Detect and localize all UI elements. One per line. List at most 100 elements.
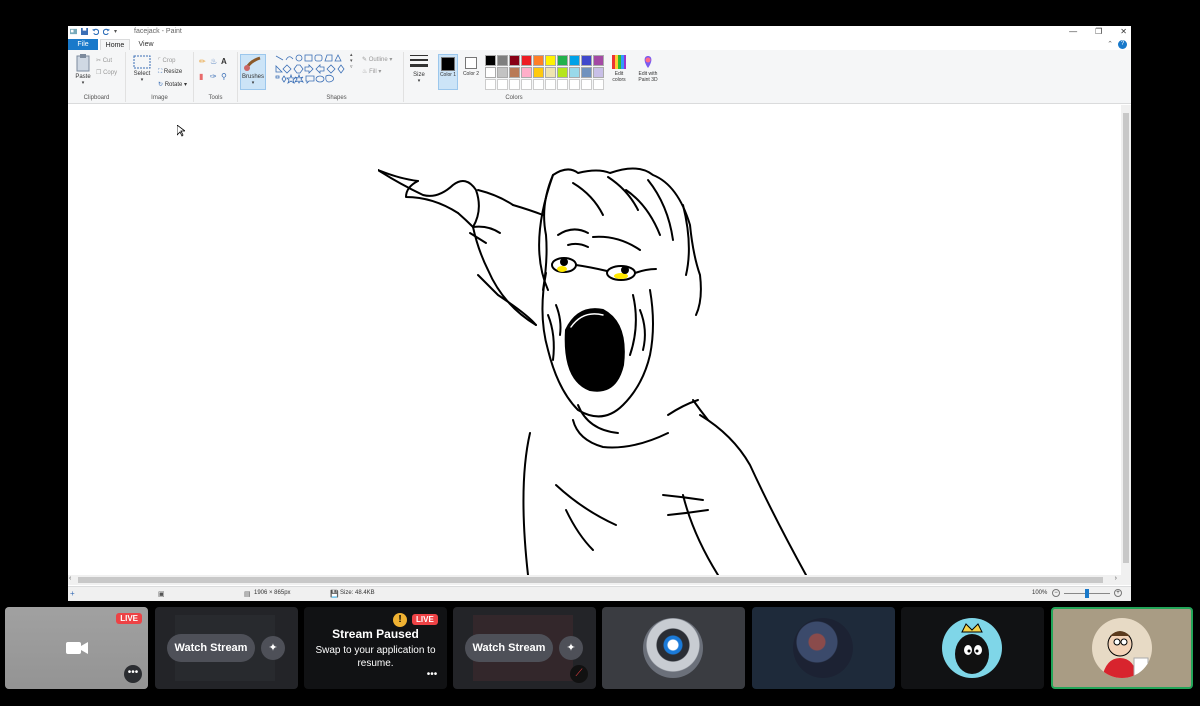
camera-tile[interactable]: LIVE ••• [5,607,148,689]
watch-stream-button[interactable]: Watch Stream [465,634,553,662]
collapse-ribbon-icon[interactable]: ⌃ [1107,40,1113,48]
vertical-scroll-thumb[interactable] [1123,113,1129,563]
palette-swatch[interactable] [557,67,568,78]
palette-swatch[interactable] [581,55,592,66]
stream-paused-text: Swap to your application to resume. [315,645,436,669]
close-button[interactable]: ✕ [1120,27,1127,36]
stream-tile-2[interactable]: Watch Stream ✦ ⟋ [453,607,596,689]
palette-swatch[interactable] [557,55,568,66]
minimize-button[interactable]: — [1069,27,1077,36]
fill-button[interactable]: ♨ Fill ▾ [362,68,381,75]
crop-button[interactable]: ⌜ Crop [158,57,176,64]
palette-swatch[interactable] [533,55,544,66]
palette-swatch[interactable] [485,67,496,78]
brushes-button[interactable]: Brushes ▾ [240,54,266,90]
maximize-button[interactable]: ❐ [1095,27,1102,36]
paused-stream-tile[interactable]: ! LIVE Stream Paused Swap to your applic… [304,607,447,689]
palette-swatch[interactable] [545,55,556,66]
scissors-icon: ✂ [96,58,102,64]
magnifier-icon[interactable]: ⚲ [221,72,232,81]
palette-swatch[interactable] [521,55,532,66]
color1-button[interactable]: Color 1 [438,54,458,90]
tab-file[interactable]: File [68,39,98,50]
color2-button[interactable]: Color 2 [461,54,481,90]
palette-swatch-empty[interactable] [545,79,556,90]
palette-swatch-empty[interactable] [509,79,520,90]
palette-swatch[interactable] [497,55,508,66]
crop-icon: ⌜ [158,58,161,64]
shapes-gallery[interactable] [274,54,358,86]
help-icon[interactable]: ? [1118,40,1127,49]
user-tile-1[interactable] [602,607,745,689]
palette-swatch[interactable] [581,67,592,78]
fill-bucket-icon[interactable]: ♨ [210,57,221,66]
cut-button[interactable]: ✂ Cut [96,57,112,64]
vertical-scrollbar[interactable] [1121,105,1131,575]
palette-swatch[interactable] [509,55,520,66]
zoom-slider[interactable] [1064,589,1110,598]
paste-button[interactable]: Paste ▾ [72,54,94,86]
window-title: facejack - Paint [134,28,182,35]
text-icon[interactable]: A [221,57,232,66]
resize-button[interactable]: ⛶ Resize [158,69,182,76]
palette-swatch[interactable] [533,67,544,78]
palette-swatch-empty[interactable] [569,79,580,90]
more-options-button[interactable]: ••• [124,665,142,683]
eraser-icon[interactable]: ▮ [199,72,210,81]
screaming-wojak-drawing [378,167,807,575]
user-tile-2[interactable] [752,607,895,689]
shapes-group: ▴ ▾ ▿ ✎ Outline ▾ ♨ Fill ▾ Shapes [270,52,404,102]
palette-swatch[interactable] [509,67,520,78]
select-button[interactable]: Select ▾ [130,55,154,83]
palette-swatch[interactable] [569,55,580,66]
pencil-icon[interactable]: ✏ [199,57,210,66]
tab-view[interactable]: View [132,39,160,50]
palette-swatch[interactable] [593,67,604,78]
rotate-button[interactable]: ↻ Rotate ▾ [158,81,187,88]
customize-qa-icon[interactable]: ▾ [114,28,117,35]
watch-stream-button[interactable]: Watch Stream [167,634,255,662]
stream-tile-1[interactable]: Watch Stream ✦ [155,607,298,689]
scroll-left-icon[interactable]: ‹ [69,575,71,582]
palette-swatch[interactable] [521,67,532,78]
redo-icon[interactable] [103,28,110,35]
zoom-slider-thumb[interactable] [1085,589,1089,598]
stream-paused-heading: Stream Paused [332,627,419,641]
palette-swatch-empty[interactable] [581,79,592,90]
palette-swatch[interactable] [545,67,556,78]
paint-app-icon [70,28,77,35]
palette-swatch-empty[interactable] [593,79,604,90]
edit-colors-button[interactable]: Edit colors [608,55,630,83]
shapes-scroll-icon[interactable]: ▴ ▾ ▿ [350,52,353,70]
size-button[interactable]: Size ▾ [408,54,430,84]
palette-swatch[interactable] [497,67,508,78]
palette-swatch[interactable] [485,55,496,66]
palette-swatch-empty[interactable] [533,79,544,90]
undo-icon[interactable] [92,28,99,35]
video-camera-icon [66,642,88,654]
more-options-button[interactable]: ••• [423,667,441,685]
palette-swatch-empty[interactable] [497,79,508,90]
color-picker-icon[interactable]: ✑ [210,72,221,81]
outline-button[interactable]: ✎ Outline ▾ [362,56,392,63]
copy-button[interactable]: ❐ Copy [96,69,117,76]
brush-icon [244,56,261,71]
horizontal-scroll-thumb[interactable] [78,577,1103,583]
scroll-right-icon[interactable]: › [1115,575,1117,582]
tab-home[interactable]: Home [100,39,130,50]
palette-swatch-empty[interactable] [557,79,568,90]
drawing-canvas[interactable] [68,105,1121,575]
save-icon[interactable] [81,28,88,35]
zoom-in-button[interactable]: + [1114,589,1122,597]
horizontal-scrollbar[interactable]: ‹ › [68,575,1131,585]
palette-swatch[interactable] [593,55,604,66]
zoom-out-button[interactable]: − [1052,589,1060,597]
palette-swatch-empty[interactable] [521,79,532,90]
paint3d-button[interactable]: Edit with Paint 3D [634,55,662,83]
stream-settings-icon[interactable]: ✦ [261,636,285,660]
user-tile-3[interactable] [901,607,1044,689]
user-tile-4-speaking[interactable] [1051,607,1193,689]
stream-settings-icon[interactable]: ✦ [559,636,583,660]
palette-swatch[interactable] [569,67,580,78]
palette-swatch-empty[interactable] [485,79,496,90]
